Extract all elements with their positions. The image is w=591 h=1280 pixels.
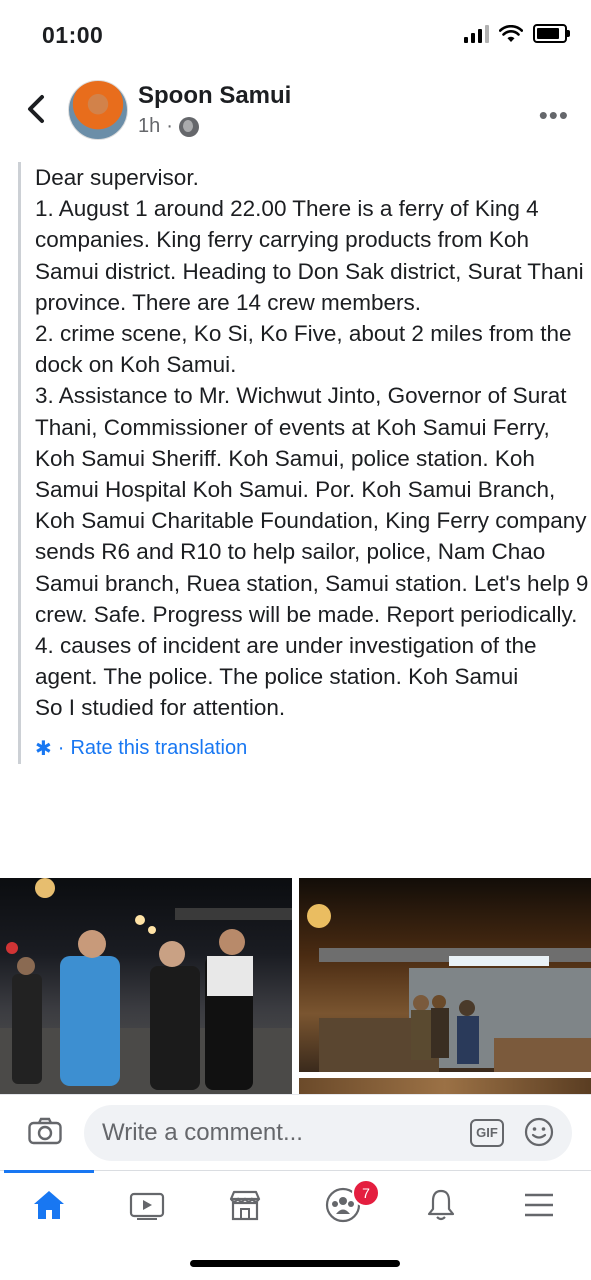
bottom-tab-bar: 7 bbox=[0, 1170, 591, 1237]
battery-icon bbox=[533, 24, 570, 43]
ferry-dock-scene bbox=[307, 904, 591, 1072]
emoji-icon[interactable] bbox=[524, 1117, 554, 1147]
author-name[interactable]: Spoon Samui bbox=[138, 82, 291, 110]
post-line: Dear supervisor. bbox=[35, 165, 199, 190]
post-line: 1. August 1 around 22.00 There is a ferr… bbox=[35, 196, 584, 315]
tab-menu[interactable] bbox=[490, 1177, 588, 1233]
post-line: 3. Assistance to Mr. Wichwut Jinto, Gove… bbox=[35, 383, 589, 627]
status-bar: 01:00 bbox=[0, 0, 591, 70]
post-photo-2[interactable] bbox=[299, 878, 591, 1072]
more-options-button[interactable]: ••• bbox=[539, 100, 569, 131]
tab-watch[interactable] bbox=[98, 1177, 196, 1233]
menu-icon bbox=[525, 1193, 553, 1217]
globe-icon bbox=[178, 116, 199, 137]
rate-translation-label: Rate this translation bbox=[70, 737, 248, 760]
night-street-scene bbox=[0, 878, 292, 1094]
wifi-icon bbox=[499, 24, 523, 42]
tab-notifications[interactable] bbox=[392, 1177, 490, 1233]
post-text-block: Dear supervisor. 1. August 1 around 22.0… bbox=[18, 162, 591, 764]
rate-translation-link[interactable]: ✱ · Rate this translation bbox=[35, 734, 591, 764]
post-line: 2. crime scene, Ko Si, Ko Five, about 2 … bbox=[35, 321, 572, 378]
post-time[interactable]: 1h bbox=[138, 115, 160, 138]
post-photo-3[interactable] bbox=[299, 1078, 591, 1094]
post-photo-1[interactable] bbox=[0, 878, 292, 1094]
post-line: 4. causes of incident are under investig… bbox=[35, 633, 537, 690]
comment-placeholder: Write a comment... bbox=[102, 1119, 303, 1146]
author-avatar[interactable] bbox=[68, 80, 128, 140]
post-meta: 1h · bbox=[138, 115, 199, 138]
home-icon bbox=[34, 1191, 64, 1219]
camera-icon[interactable] bbox=[28, 1117, 62, 1145]
bell-icon bbox=[427, 1189, 455, 1221]
back-arrow-icon[interactable] bbox=[22, 92, 50, 126]
tab-home[interactable] bbox=[0, 1170, 98, 1233]
home-indicator bbox=[190, 1260, 400, 1267]
status-icons bbox=[464, 24, 570, 43]
tab-marketplace[interactable] bbox=[196, 1177, 294, 1233]
gif-button[interactable]: GIF bbox=[470, 1119, 504, 1147]
comment-bar: Write a comment... GIF bbox=[0, 1094, 591, 1171]
gear-icon: ✱ bbox=[35, 738, 52, 761]
post-header: Spoon Samui 1h · ••• bbox=[0, 72, 591, 148]
video-icon bbox=[129, 1192, 165, 1220]
notification-badge: 7 bbox=[352, 1179, 380, 1207]
post-line: So I studied for attention. bbox=[35, 695, 286, 721]
comment-input[interactable]: Write a comment... GIF bbox=[84, 1105, 572, 1161]
marketplace-icon bbox=[229, 1190, 261, 1221]
cellular-signal-icon bbox=[464, 24, 489, 43]
status-time: 01:00 bbox=[42, 22, 104, 48]
tab-groups[interactable]: 7 bbox=[294, 1177, 392, 1233]
meta-separator: · bbox=[166, 115, 173, 137]
rate-separator: · bbox=[57, 737, 65, 760]
